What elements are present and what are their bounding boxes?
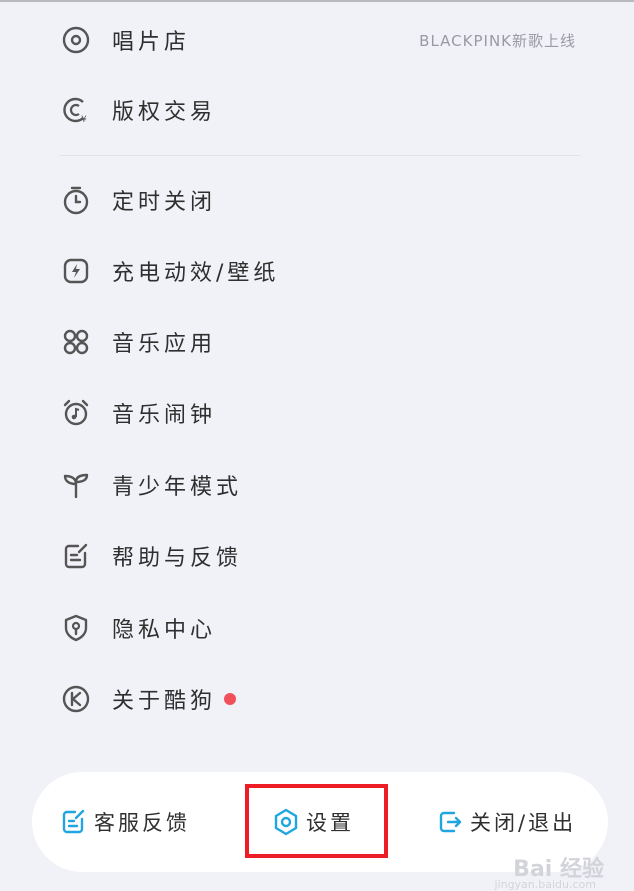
disc-icon <box>60 24 92 56</box>
menu-item-copyright-trade[interactable]: ¥ 版权交易 <box>0 80 634 140</box>
menu-item-charging-wallpaper[interactable]: 充电动效/壁纸 <box>0 241 634 301</box>
baidu-watermark-url: jingyan.baidu.com <box>494 878 596 891</box>
section-divider <box>60 155 580 156</box>
menu-item-label: 青少年模式 <box>112 475 243 500</box>
menu-item-music-alarm[interactable]: 音乐闹钟 <box>0 383 634 443</box>
menu-item-label: 隐私中心 <box>112 618 217 643</box>
charging-wallpaper-icon <box>60 255 92 287</box>
notification-badge <box>224 693 236 705</box>
svg-text:¥: ¥ <box>81 115 87 125</box>
alarm-clock-icon <box>60 397 92 429</box>
menu-item-sleep-timer[interactable]: 定时关闭 <box>0 170 634 230</box>
close-exit-label: 关闭/退出 <box>470 811 577 835</box>
privacy-shield-icon <box>60 612 92 644</box>
sprout-icon <box>60 469 92 501</box>
menu-item-about-kugou[interactable]: 关于酷狗 <box>0 669 634 729</box>
menu-item-label: 唱片店 <box>112 30 191 55</box>
help-feedback-icon <box>60 540 92 572</box>
menu-item-record-store[interactable]: 唱片店 BLACKPINK新歌上线 <box>0 10 634 70</box>
exit-icon <box>436 808 464 836</box>
menu-item-label: 充电动效/壁纸 <box>112 261 280 286</box>
apps-grid-icon <box>60 326 92 358</box>
menu-item-label: 音乐闹钟 <box>112 403 217 428</box>
kugou-k-icon <box>60 683 92 715</box>
feedback-edit-icon <box>60 808 88 836</box>
menu-item-label: 版权交易 <box>112 100 217 125</box>
service-feedback-button[interactable]: 客服反馈 <box>60 772 190 872</box>
menu-item-label: 关于酷狗 <box>112 689 217 714</box>
menu-item-label: 定时关闭 <box>112 190 217 215</box>
menu-item-promo: BLACKPINK新歌上线 <box>419 31 576 50</box>
menu-item-teen-mode[interactable]: 青少年模式 <box>0 455 634 515</box>
menu-item-label: 音乐应用 <box>112 332 217 357</box>
menu-item-label: 帮助与反馈 <box>112 546 243 571</box>
copyright-trade-icon: ¥ <box>60 94 92 126</box>
annotation-highlight-box <box>245 784 388 858</box>
menu-item-privacy-center[interactable]: 隐私中心 <box>0 598 634 658</box>
timer-icon <box>60 184 92 216</box>
top-edge-line <box>0 0 634 2</box>
service-feedback-label: 客服反馈 <box>94 811 190 835</box>
menu-item-help-feedback[interactable]: 帮助与反馈 <box>0 526 634 586</box>
menu-item-music-apps[interactable]: 音乐应用 <box>0 312 634 372</box>
